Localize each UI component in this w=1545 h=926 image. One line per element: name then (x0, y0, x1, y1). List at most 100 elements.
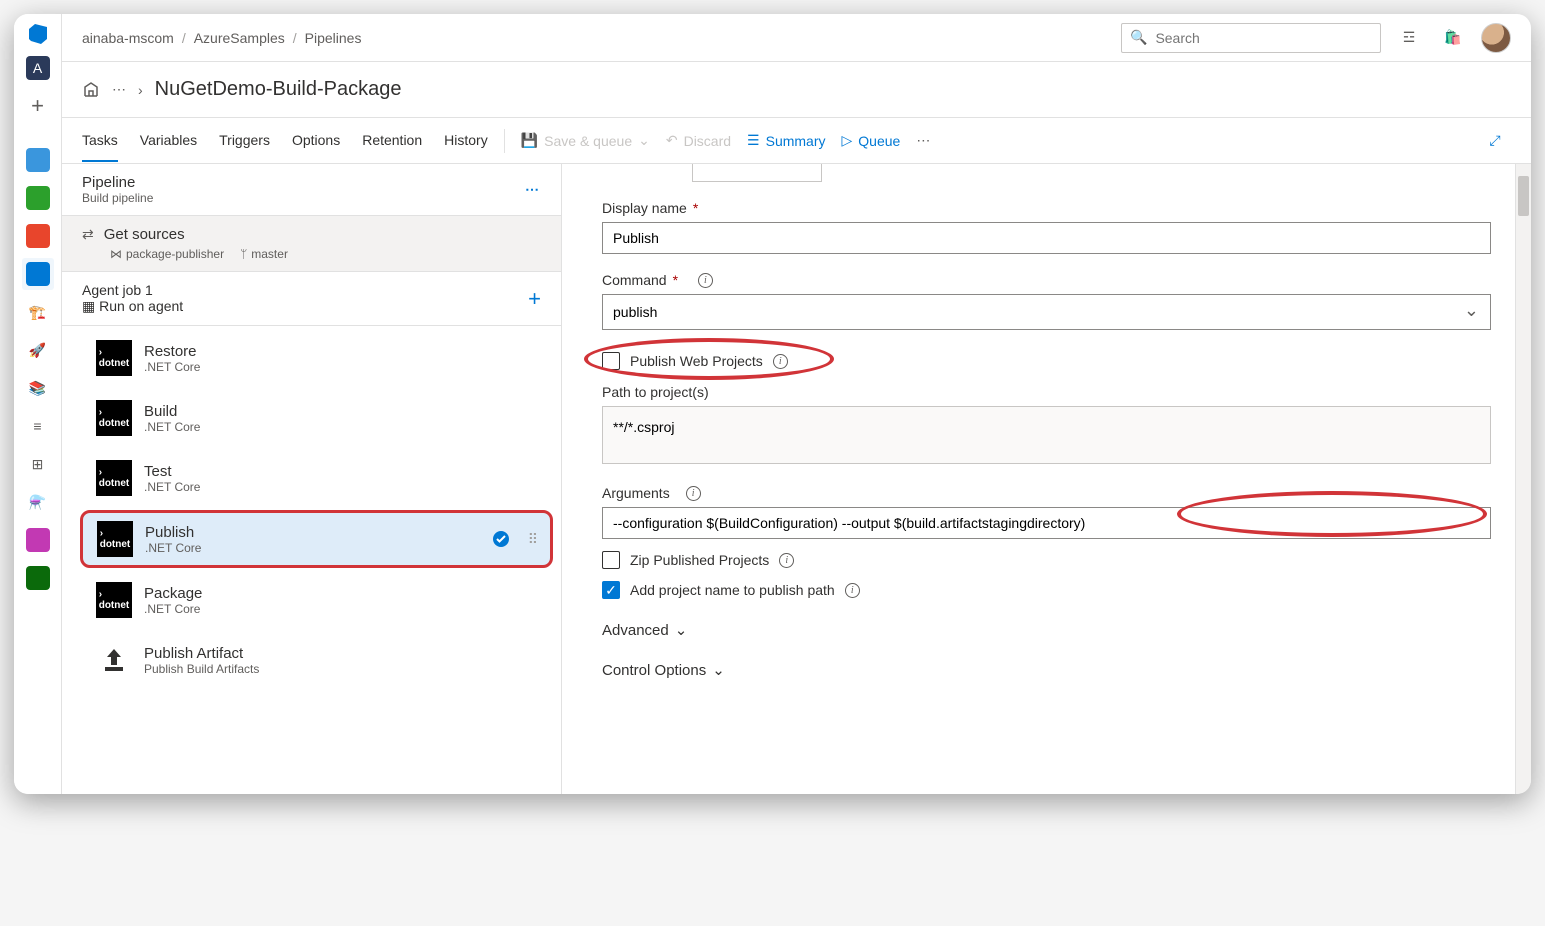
azure-devops-logo[interactable] (25, 20, 51, 46)
info-icon[interactable]: i (686, 486, 701, 501)
advanced-section[interactable]: Advanced⌄ (602, 621, 1491, 639)
project-badge[interactable]: A (22, 52, 54, 84)
task-publish-artifact[interactable]: Publish ArtifactPublish Build Artifacts (80, 632, 553, 688)
arguments-input[interactable] (602, 507, 1491, 539)
agent-icon: ▦ (82, 298, 99, 314)
info-icon[interactable]: i (845, 583, 860, 598)
info-icon[interactable]: i (779, 553, 794, 568)
user-avatar[interactable] (1481, 23, 1511, 53)
undo-icon: ↶ (666, 132, 678, 149)
tab-history[interactable]: History (444, 120, 488, 162)
summary-button[interactable]: ☰ Summary (747, 132, 825, 149)
breadcrumb-project[interactable]: AzureSamples (194, 30, 285, 46)
separator: / (293, 30, 297, 46)
publish-web-checkbox[interactable] (602, 352, 620, 370)
rail-deployment-icon[interactable]: ⊞ (22, 448, 54, 480)
add-task-button[interactable]: + (528, 286, 541, 312)
pipeline-more[interactable]: ⋯ (525, 181, 541, 198)
search-input[interactable] (1153, 29, 1372, 47)
breadcrumb-area[interactable]: Pipelines (305, 30, 362, 46)
get-sources-label: Get sources (104, 226, 185, 243)
dotnet-icon: ›dotnet (96, 582, 132, 618)
scrollbar[interactable] (1515, 164, 1531, 794)
fullscreen-icon[interactable]: ⤢ (1479, 125, 1511, 157)
tab-variables[interactable]: Variables (140, 120, 197, 162)
command-select[interactable] (602, 294, 1491, 330)
list-icon: ☰ (747, 132, 760, 149)
breadcrumb: ainaba-mscom / AzureSamples / Pipelines (82, 30, 361, 46)
nav-rail: A + 🏗️ 🚀 📚 ≡ ⊞ ⚗️ (14, 14, 62, 794)
sources-icon: ⇄ (82, 226, 94, 243)
rail-dashboards-icon[interactable] (22, 144, 54, 176)
task-restore[interactable]: ›dotnet Restore.NET Core (80, 330, 553, 386)
search-icon: 🔍 (1130, 29, 1147, 46)
rail-test-icon[interactable]: ⚗️ (22, 486, 54, 518)
rail-builds-icon[interactable]: 🏗️ (22, 296, 54, 328)
dotnet-icon: ›dotnet (96, 460, 132, 496)
discard-button[interactable]: ↶ Discard (666, 132, 731, 149)
breadcrumb-org[interactable]: ainaba-mscom (82, 30, 174, 46)
chevron-down-icon: ⌄ (712, 661, 725, 679)
save-icon: 💾 (521, 132, 538, 149)
command-row: Tasks Variables Triggers Options Retenti… (62, 118, 1531, 164)
settings-list-icon[interactable]: ☲ (1393, 22, 1425, 54)
rail-library-icon[interactable]: 📚 (22, 372, 54, 404)
pipeline-label: Pipeline (82, 174, 153, 191)
task-build[interactable]: ›dotnet Build.NET Core (80, 390, 553, 446)
chevron-down-icon: ⌄ (638, 132, 650, 149)
top-bar: ainaba-mscom / AzureSamples / Pipelines … (62, 14, 1531, 62)
control-options-section[interactable]: Control Options⌄ (602, 661, 1491, 679)
rail-releases-icon[interactable]: 🚀 (22, 334, 54, 366)
tab-tasks[interactable]: Tasks (82, 120, 118, 162)
queue-button[interactable]: ▷ Queue (842, 132, 901, 149)
more-commands[interactable]: ⋯ (916, 132, 930, 149)
path-input[interactable]: **/*.csproj (602, 406, 1491, 464)
tab-options[interactable]: Options (292, 120, 340, 162)
repo-icon: ⋈ (110, 247, 122, 261)
agent-job-label: Agent job 1 (82, 282, 183, 298)
task-details-panel: Display name * Command * i Publish Web P… (562, 164, 1531, 794)
add-project-checkbox[interactable]: ✓ (602, 581, 620, 599)
branch-icon: ᛘ (240, 247, 247, 261)
search-box[interactable]: 🔍 (1121, 23, 1381, 53)
task-publish[interactable]: ›dotnet Publish.NET Core ⠿ (80, 510, 553, 568)
separator: / (182, 30, 186, 46)
display-name-label: Display name (602, 200, 687, 216)
info-icon[interactable]: i (698, 273, 713, 288)
divider (504, 129, 505, 153)
rail-compliance-icon[interactable] (22, 562, 54, 594)
shopping-bag-icon[interactable]: 🛍️ (1437, 22, 1469, 54)
rail-artifacts-icon[interactable] (22, 524, 54, 556)
rail-boards-icon[interactable] (22, 182, 54, 214)
task-test[interactable]: ›dotnet Test.NET Core (80, 450, 553, 506)
rail-taskgroups-icon[interactable]: ≡ (22, 410, 54, 442)
command-label: Command (602, 272, 667, 288)
chevron-right-icon: › (138, 82, 143, 98)
tabs: Tasks Variables Triggers Options Retenti… (82, 120, 488, 162)
zip-label: Zip Published Projects (630, 552, 769, 568)
rail-repos-icon[interactable] (22, 220, 54, 252)
branch-name: ᛘmaster (240, 247, 288, 261)
agent-job[interactable]: Agent job 1 ▦ Run on agent + (62, 272, 561, 326)
more-icon[interactable]: ⋯ (112, 81, 126, 98)
task-package[interactable]: ›dotnet Package.NET Core (80, 572, 553, 628)
tab-retention[interactable]: Retention (362, 120, 422, 162)
agent-job-sub: Run on agent (99, 298, 183, 314)
zip-checkbox[interactable] (602, 551, 620, 569)
save-queue-button[interactable]: 💾 Save & queue ⌄ (521, 132, 650, 149)
path-label: Path to project(s) (602, 384, 709, 400)
repo-name: ⋈package-publisher (110, 247, 224, 261)
title-bar: ⋯ › NuGetDemo-Build-Package (62, 62, 1531, 118)
tab-triggers[interactable]: Triggers (219, 120, 270, 162)
upload-icon (96, 642, 132, 678)
drag-handle-icon[interactable]: ⠿ (528, 531, 536, 548)
dotnet-icon: ›dotnet (97, 521, 133, 557)
info-icon[interactable]: i (773, 354, 788, 369)
add-button[interactable]: + (22, 90, 54, 122)
play-icon: ▷ (842, 132, 853, 149)
rail-pipelines-icon[interactable] (22, 258, 54, 290)
pipeline-header[interactable]: Pipeline Build pipeline ⋯ (62, 164, 561, 216)
display-name-input[interactable] (602, 222, 1491, 254)
task-list: ›dotnet Restore.NET Core ›dotnet Build.N… (62, 330, 561, 688)
get-sources[interactable]: ⇄ Get sources ⋈package-publisher ᛘmaster (62, 216, 561, 272)
